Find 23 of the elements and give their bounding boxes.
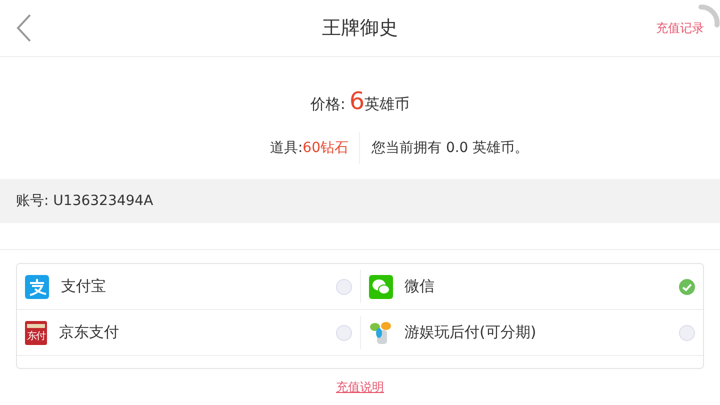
price-unit: 英雄币 bbox=[364, 95, 410, 114]
checkmark-icon[interactable] bbox=[679, 278, 695, 294]
price-amount: 6 bbox=[349, 87, 365, 115]
page-title: 王牌御史 bbox=[322, 16, 398, 41]
payment-option-label[interactable]: 微信 bbox=[404, 277, 679, 296]
item-label: 道具: bbox=[270, 139, 303, 157]
payment-option-label[interactable]: 游娱玩后付(可分期) bbox=[404, 323, 679, 342]
radio-button[interactable] bbox=[336, 278, 352, 294]
back-icon[interactable] bbox=[16, 14, 32, 42]
balance-text: 您当前拥有 0.0 英雄币。 bbox=[372, 140, 529, 156]
payment-logo-icon bbox=[25, 274, 49, 298]
recharge-history-link[interactable]: 充值记录 bbox=[656, 20, 704, 37]
leaf-logo-icon bbox=[368, 320, 392, 344]
radio-button[interactable] bbox=[336, 324, 352, 340]
recharge-info-link[interactable]: 充值说明 bbox=[336, 379, 384, 396]
wallet-icon: 东付 bbox=[25, 320, 47, 344]
price-label: 价格: bbox=[310, 95, 346, 114]
item-value: 60钻石 bbox=[302, 139, 348, 157]
payment-option-label[interactable]: 支付宝 bbox=[61, 277, 336, 296]
account-text: 账号: U136323494A bbox=[16, 192, 154, 210]
chat-bubbles-icon bbox=[368, 274, 392, 298]
payment-option-label[interactable]: 京东支付 bbox=[59, 323, 336, 342]
radio-button[interactable] bbox=[679, 324, 695, 340]
